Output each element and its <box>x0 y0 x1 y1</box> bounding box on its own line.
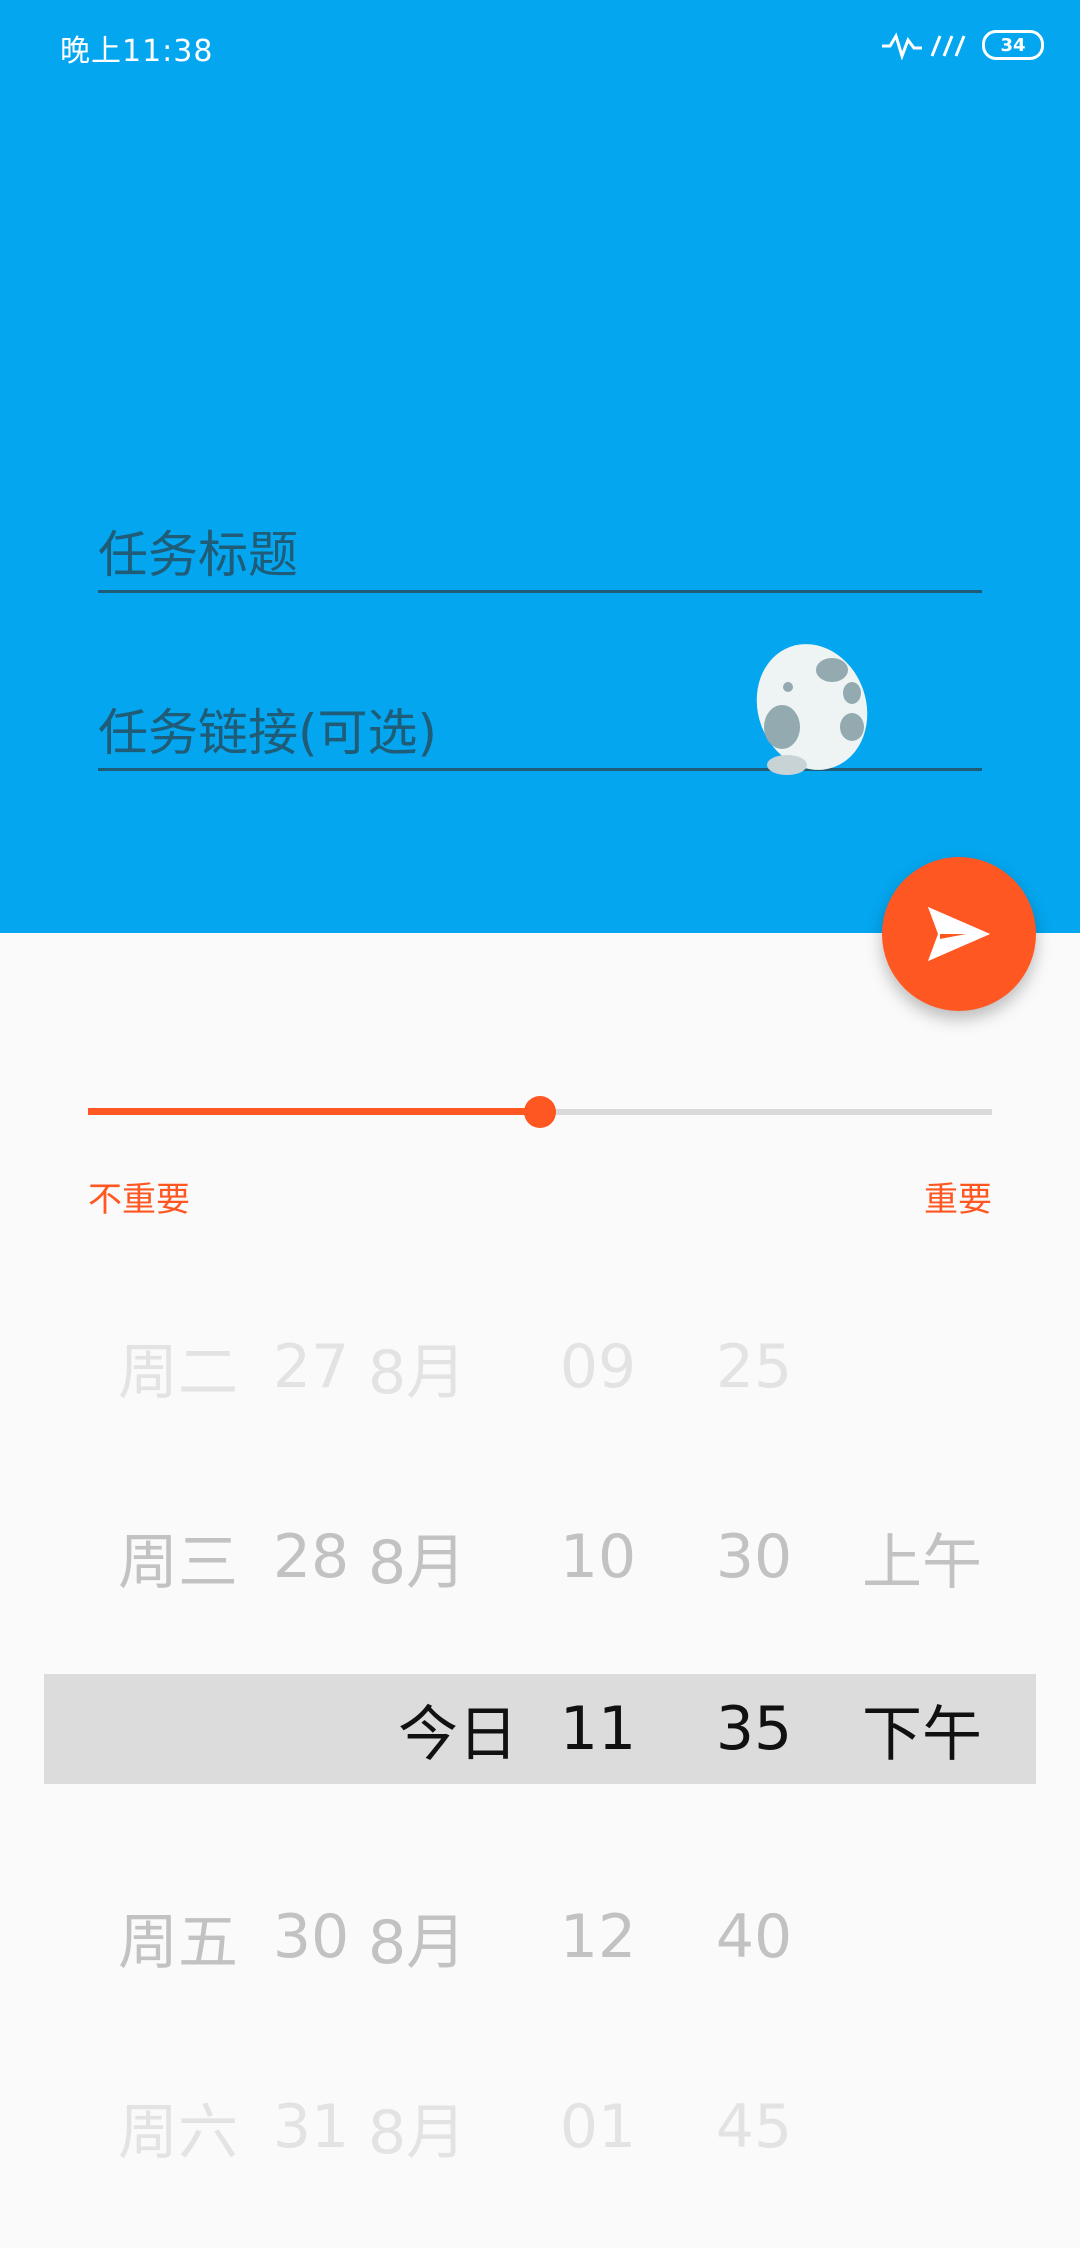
picker-row[interactable]: 周六 31 8月 01 45 <box>44 2072 1036 2182</box>
picker-day[interactable]: 30 <box>273 1882 349 1992</box>
picker-month[interactable]: 8月 <box>368 1502 518 1612</box>
picker-row[interactable]: 周五 30 8月 12 40 <box>44 1882 1036 1992</box>
picker-day[interactable]: 31 <box>273 2072 349 2182</box>
status-time: 晚上11:38 <box>60 34 214 69</box>
picker-weekday[interactable]: 周六 <box>118 2072 258 2182</box>
important-label: 重要 <box>924 1180 992 1220</box>
picker-row[interactable]: 周二 27 8月 09 25 <box>44 1312 1036 1422</box>
egg-icon <box>756 644 868 775</box>
picker-minute[interactable]: 45 <box>704 2072 804 2182</box>
status-icons: 34 <box>882 30 1044 60</box>
battery-level: 34 <box>1000 34 1026 56</box>
picker-ampm[interactable] <box>862 1882 1012 1992</box>
not-important-label: 不重要 <box>88 1180 190 1220</box>
picker-hour[interactable]: 11 <box>548 1674 648 1784</box>
picker-day[interactable]: 27 <box>273 1312 349 1422</box>
picker-month[interactable]: 8月 <box>368 1312 518 1422</box>
picker-hour[interactable]: 10 <box>548 1502 648 1612</box>
battery-icon: 34 <box>982 30 1044 60</box>
picker-hour[interactable]: 01 <box>548 2072 648 2182</box>
picker-minute[interactable]: 35 <box>704 1674 804 1784</box>
picker-hour[interactable]: 09 <box>548 1312 648 1422</box>
send-icon <box>928 907 990 961</box>
picker-row-selected[interactable]: 今日 11 35 下午 <box>44 1674 1036 1784</box>
picker-weekday[interactable]: 周二 <box>118 1312 258 1422</box>
picker-month[interactable]: 8月 <box>368 1882 518 1992</box>
picker-row[interactable]: 周三 28 8月 10 30 上午 <box>44 1502 1036 1612</box>
header-area: 晚上11:38 34 <box>0 0 1080 933</box>
picker-today[interactable]: 今日 <box>334 1674 518 1784</box>
picker-hour[interactable]: 12 <box>548 1882 648 1992</box>
picker-ampm[interactable] <box>862 2072 1012 2182</box>
picker-month[interactable]: 8月 <box>368 2072 518 2182</box>
picker-weekday[interactable]: 周五 <box>118 1882 258 1992</box>
picker-minute[interactable]: 30 <box>704 1502 804 1612</box>
picker-minute[interactable]: 40 <box>704 1882 804 1992</box>
task-title-input[interactable] <box>98 520 982 590</box>
picker-ampm[interactable]: 下午 <box>862 1674 1012 1784</box>
signal-icon <box>882 32 966 60</box>
picker-ampm[interactable] <box>862 1312 1012 1422</box>
picker-weekday[interactable]: 周三 <box>118 1502 258 1612</box>
slider-thumb[interactable] <box>524 1096 556 1128</box>
picker-minute[interactable]: 25 <box>704 1312 804 1422</box>
task-title-field[interactable] <box>98 520 982 593</box>
send-button[interactable] <box>882 857 1036 1011</box>
importance-slider[interactable] <box>88 1096 992 1128</box>
picker-day[interactable]: 28 <box>273 1502 349 1612</box>
slider-fill <box>88 1108 540 1115</box>
picker-ampm[interactable]: 上午 <box>862 1502 1012 1612</box>
